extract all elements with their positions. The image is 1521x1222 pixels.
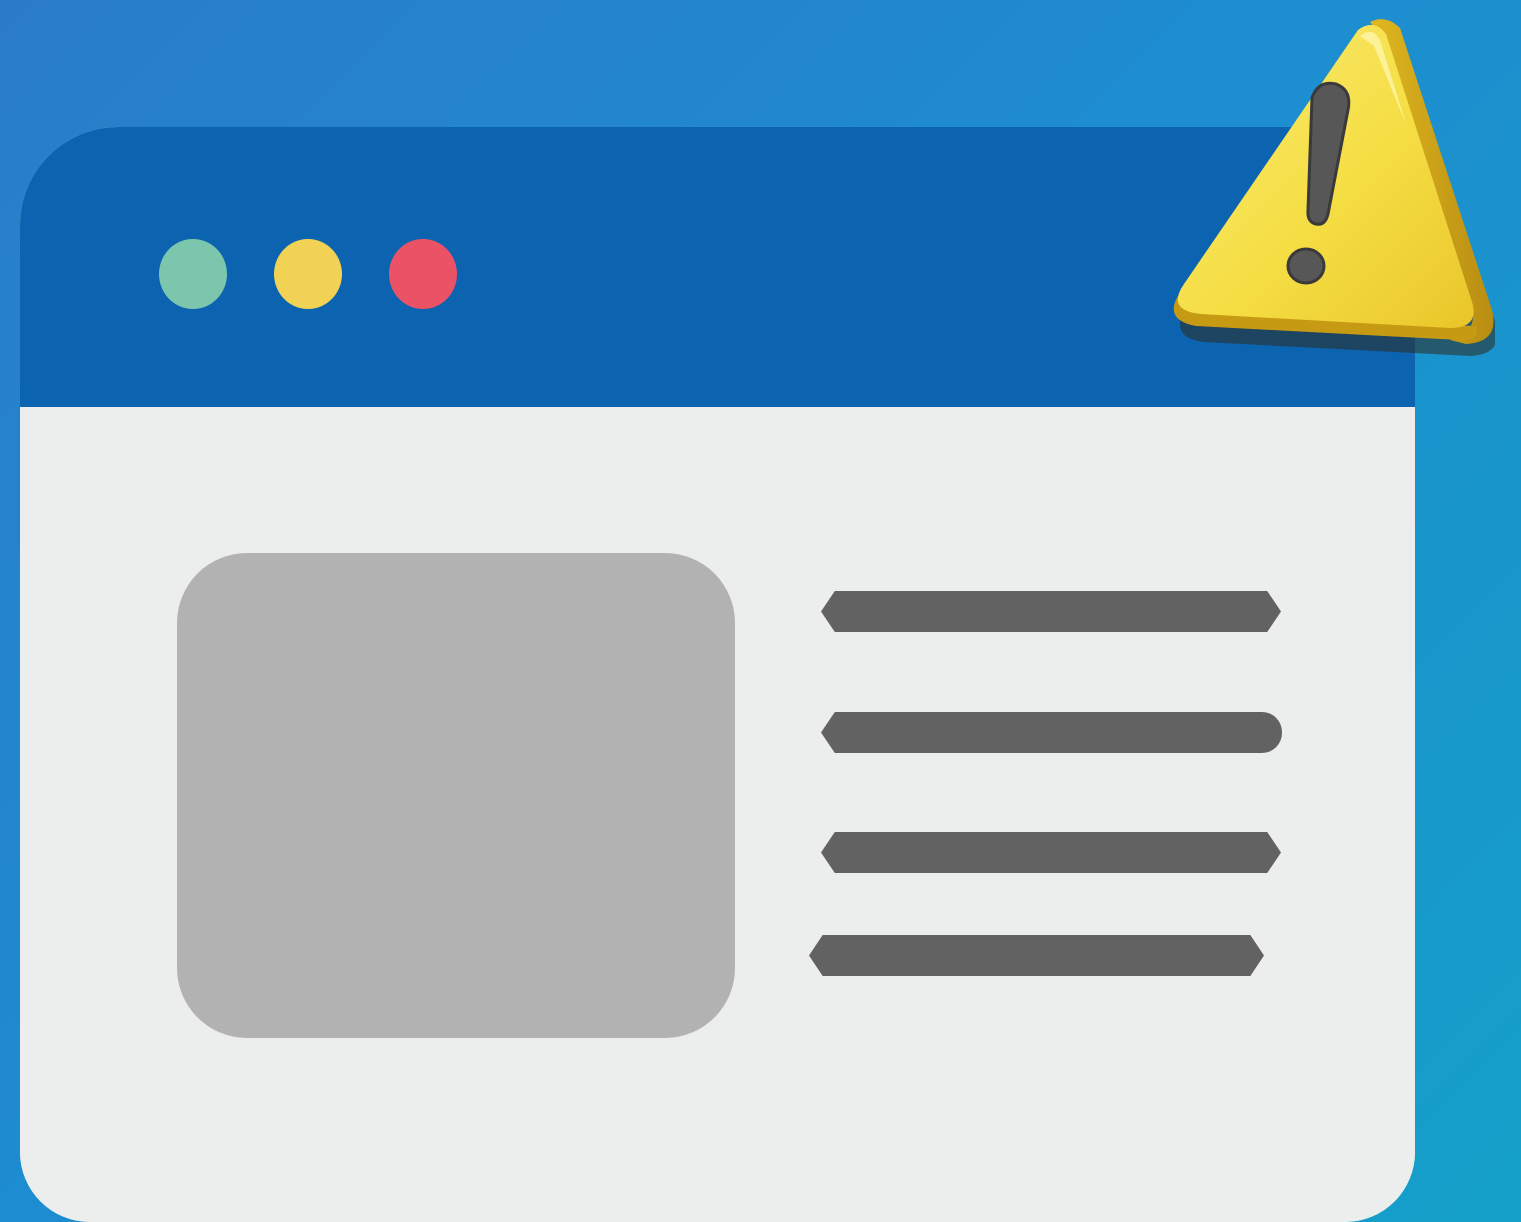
text-line-placeholder <box>821 591 1281 632</box>
text-line-placeholder <box>809 935 1264 976</box>
content-area <box>20 407 1415 1222</box>
window-control-red-dot[interactable] <box>389 239 457 309</box>
window-control-green-dot[interactable] <box>159 239 227 309</box>
exclamation-mark-dot <box>1286 247 1326 285</box>
page: { "window": { "traffic_lights": [ {"name… <box>0 0 1521 1222</box>
warning-triangle-icon <box>1173 19 1495 356</box>
text-line-placeholder <box>821 712 1282 753</box>
window-control-yellow-dot[interactable] <box>274 239 342 309</box>
image-placeholder <box>177 553 735 1038</box>
text-line-placeholder <box>821 832 1281 873</box>
